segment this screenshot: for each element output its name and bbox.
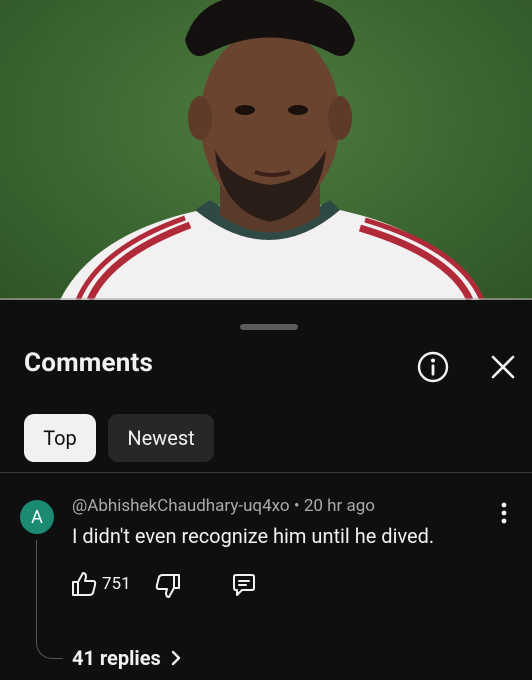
replies-label: 41 replies	[72, 646, 161, 670]
divider	[0, 472, 532, 473]
filter-newest-chip[interactable]: Newest	[108, 414, 214, 462]
filter-top-label: Top	[43, 426, 77, 450]
comment-text: I didn't even recognize him until he div…	[72, 524, 435, 548]
info-icon[interactable]	[416, 350, 449, 383]
chevron-right-icon	[171, 650, 180, 666]
video-player[interactable]	[0, 0, 532, 300]
meta-separator: •	[293, 496, 300, 516]
sheet-title: Comments	[24, 348, 154, 378]
video-progress-bar[interactable]	[0, 298, 532, 300]
thumbs-down-icon[interactable]	[154, 572, 182, 600]
more-options-icon[interactable]	[494, 500, 514, 526]
video-frame-image	[60, 0, 485, 300]
reply-icon[interactable]	[230, 571, 258, 599]
comments-sheet: Comments Top Newest A @AbhishekChaudhary…	[0, 306, 532, 680]
filter-top-chip[interactable]: Top	[24, 414, 96, 462]
comment-time: 20 hr ago	[303, 496, 375, 516]
comment-author[interactable]: @AbhishekChaudhary-uq4xo	[72, 496, 290, 516]
drag-handle[interactable]	[240, 324, 298, 330]
avatar-letter: A	[31, 506, 43, 528]
like-count: 751	[102, 574, 131, 594]
thread-line	[36, 540, 63, 659]
thumbs-up-icon[interactable]	[70, 570, 98, 598]
avatar[interactable]: A	[20, 500, 54, 534]
close-icon[interactable]	[488, 352, 518, 382]
comment-meta: @AbhishekChaudhary-uq4xo • 20 hr ago	[72, 496, 375, 516]
view-replies-button[interactable]: 41 replies	[72, 646, 183, 670]
filter-newest-label: Newest	[127, 426, 195, 450]
